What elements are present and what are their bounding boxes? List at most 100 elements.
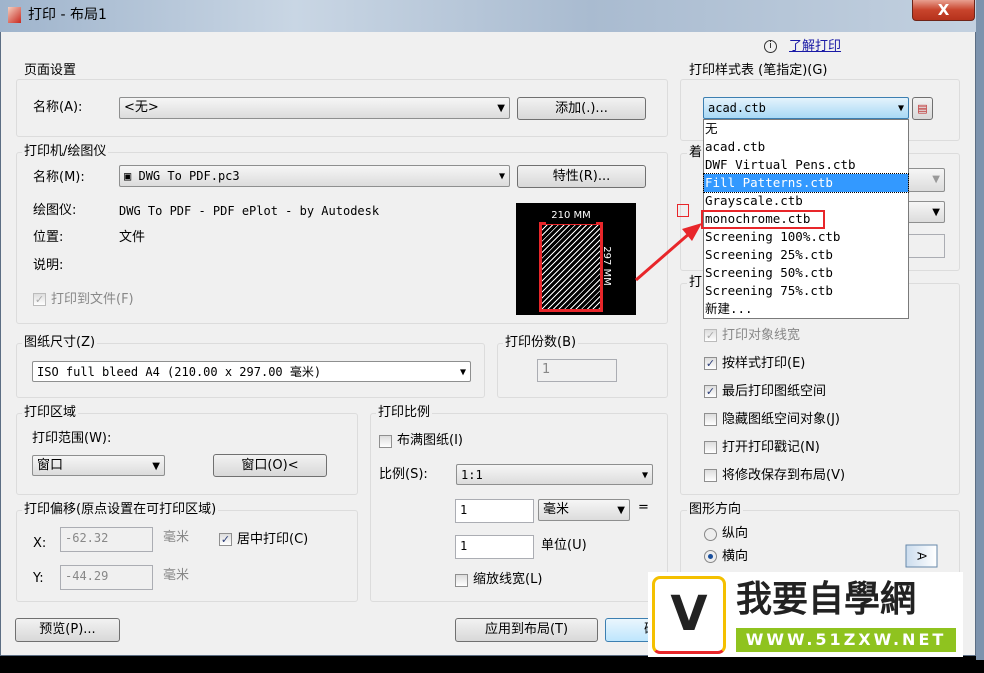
x-unit: 毫米	[163, 530, 190, 545]
fit-to-paper-checkbox[interactable]	[379, 435, 392, 448]
x-offset-value: -62.32	[65, 531, 109, 545]
scale-value: 1:1	[461, 468, 483, 482]
landscape-radio[interactable]	[704, 550, 717, 563]
style-table-option[interactable]: 无	[704, 120, 908, 138]
style-table-option[interactable]: Fill Patterns.ctb	[703, 173, 909, 193]
fit-to-paper-label: 布满图纸(I)	[397, 433, 463, 448]
plotter-label: 打印机/绘图仪	[22, 144, 109, 160]
chevron-down-icon: ▼	[617, 505, 625, 516]
chevron-down-icon: ▼	[497, 103, 505, 114]
chevron-down-icon: ▼	[641, 470, 648, 481]
plot-option-checkbox[interactable]: ✓	[704, 385, 717, 398]
autocad-icon	[8, 7, 21, 23]
scale-unit-value: 毫米	[543, 502, 570, 517]
style-table-option[interactable]: Screening 100%.ctb	[704, 228, 908, 246]
help-link[interactable]: 了解打印	[789, 39, 841, 55]
plot-option-label: 按样式打印(E)	[722, 356, 806, 371]
add-button[interactable]: 添加(.)...	[517, 97, 646, 120]
chevron-down-icon: ▼	[932, 207, 940, 218]
plot-option-checkbox[interactable]: ✓	[704, 357, 717, 370]
preview-button[interactable]: 预览(P)...	[15, 618, 120, 642]
style-table-option[interactable]: Screening 50%.ctb	[704, 264, 908, 282]
plotter-type-label: 绘图仪:	[33, 203, 77, 218]
dpi-input[interactable]	[905, 234, 945, 258]
y-offset-input[interactable]: -44.29	[60, 565, 153, 590]
style-table-label: 打印样式表 (笔指定)(G)	[687, 63, 830, 79]
plot-what-select[interactable]: 窗口 ▼	[32, 455, 165, 476]
style-table-option[interactable]: Screening 25%.ctb	[704, 246, 908, 264]
plot-what-label: 打印范围(W):	[32, 431, 112, 446]
center-plot-checkbox[interactable]: ✓	[219, 533, 232, 546]
window-title: 打印 - 布局1	[28, 7, 107, 23]
properties-button[interactable]: 特性(R)...	[517, 165, 646, 188]
style-table-option[interactable]: Screening 75%.ctb	[704, 282, 908, 300]
scale-select[interactable]: 1:1 ▼	[456, 464, 653, 485]
style-table-option[interactable]: 新建...	[704, 300, 908, 318]
x-offset-input[interactable]: -62.32	[60, 527, 153, 552]
chevron-down-icon: ▼	[459, 367, 466, 378]
watermark-url: WWW.51ZXW.NET	[736, 628, 956, 652]
edit-style-icon[interactable]: ▤	[912, 97, 933, 120]
scale-unit-select[interactable]: 毫米 ▼	[538, 499, 630, 521]
plot-to-file-label: 打印到文件(F)	[51, 292, 134, 307]
plot-option-checkbox[interactable]	[704, 469, 717, 482]
landscape-label: 横向	[722, 549, 749, 564]
scale-lineweights-checkbox[interactable]	[455, 574, 468, 587]
style-table-option[interactable]: acad.ctb	[704, 138, 908, 156]
plot-option-label: 最后打印图纸空间	[722, 384, 827, 399]
portrait-radio[interactable]	[704, 528, 717, 541]
quality-select[interactable]: ▼	[905, 201, 945, 223]
paper-size-select[interactable]: ISO full bleed A4 (210.00 x 297.00 毫米) ▼	[32, 361, 471, 382]
annotation-arrow	[635, 223, 702, 282]
plotter-value: DWG To PDF.pc3	[138, 169, 240, 183]
window-button[interactable]: 窗口(O)<	[213, 454, 327, 477]
page-setup-select[interactable]: <无> ▼	[119, 97, 510, 119]
scale-value1: 1	[460, 503, 468, 517]
x-label: X:	[33, 536, 47, 551]
style-table-select[interactable]: acad.ctb ▼	[703, 97, 909, 119]
apply-to-layout-button[interactable]: 应用到布局(T)	[455, 618, 598, 642]
location-value: 文件	[119, 230, 146, 245]
location-label: 位置:	[33, 230, 64, 245]
plot-to-file-checkbox[interactable]: ✓	[33, 293, 46, 306]
info-icon: i	[764, 40, 777, 53]
y-offset-value: -44.29	[65, 569, 109, 583]
chevron-down-icon: ▼	[498, 171, 505, 182]
plot-option-checkbox[interactable]	[704, 413, 717, 426]
style-table-option[interactable]: DWF Virtual Pens.ctb	[704, 156, 908, 174]
shaded-viewport-label: 着	[687, 145, 705, 161]
equals-sign: =	[638, 500, 649, 515]
plotter-select[interactable]: ▣ DWG To PDF.pc3 ▼	[119, 165, 510, 187]
watermark-text: 我要自學網	[736, 579, 917, 620]
title-bar	[0, 0, 984, 34]
plot-offset-label: 打印偏移(原点设置在可打印区域)	[22, 502, 219, 518]
close-button[interactable]: X	[912, 0, 975, 21]
scale-value1-input[interactable]: 1	[455, 499, 534, 523]
scale-value2-input[interactable]: 1	[455, 535, 534, 559]
annotation-box	[701, 210, 825, 229]
center-plot-label: 居中打印(C)	[237, 532, 309, 547]
preview-width-label: 210 MM	[546, 208, 596, 224]
preview-height-label: 297 MM	[600, 246, 612, 286]
paper-preview: 210 MM 297 MM	[516, 203, 636, 315]
plot-option-label: 隐藏图纸空间对象(J)	[722, 412, 840, 427]
copies-stepper[interactable]: 1	[537, 359, 617, 382]
printer-icon: ▣	[124, 169, 132, 183]
shade-plot-select[interactable]: ▼	[905, 168, 945, 192]
plot-option-label: 打开打印戳记(N)	[722, 440, 820, 455]
watermark-v-icon: V	[652, 576, 726, 654]
style-table-value: acad.ctb	[708, 101, 766, 115]
plot-option-checkbox[interactable]	[704, 441, 717, 454]
y-label: Y:	[33, 571, 44, 586]
paper-preview-sheet	[539, 222, 603, 312]
style-table-option[interactable]: Grayscale.ctb	[704, 192, 908, 210]
description-label: 说明:	[33, 258, 64, 273]
chevron-down-icon: ▼	[152, 461, 160, 472]
plot-option-label: 将修改保存到布局(V)	[722, 468, 846, 483]
plot-option-checkbox[interactable]: ✓	[704, 329, 717, 342]
orientation-label: 图形方向	[687, 502, 744, 518]
page-setup-value: <无>	[124, 100, 159, 115]
plot-area-label: 打印区域	[22, 405, 79, 421]
page-setup-label: 页面设置	[22, 63, 79, 79]
portrait-label: 纵向	[722, 526, 749, 541]
